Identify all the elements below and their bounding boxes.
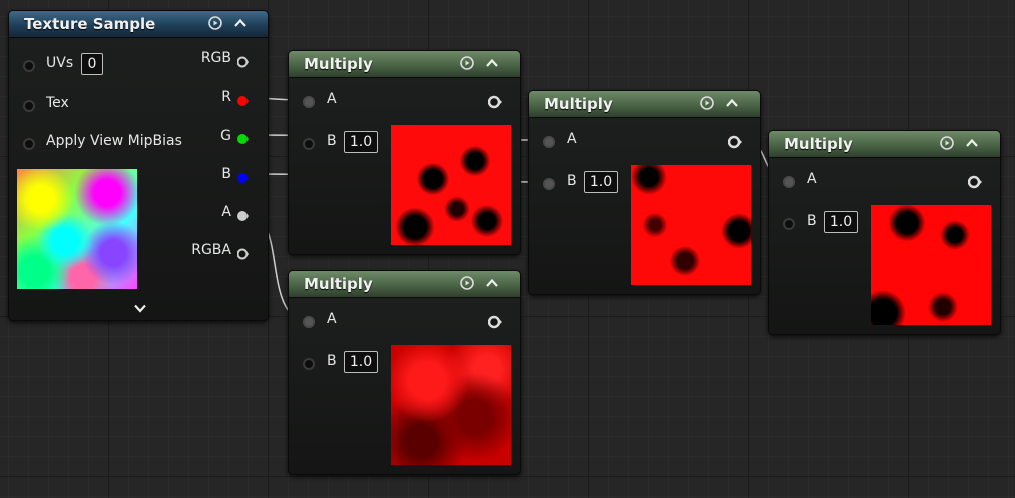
result-output-pin[interactable] [487, 94, 502, 109]
a-label: A [807, 171, 817, 187]
multiply-header[interactable]: Multiply [529, 91, 760, 118]
result-output-pin[interactable] [487, 314, 502, 329]
result-preview [631, 165, 751, 285]
texture-sample-body: UVs 0 Tex Apply View MipBias RGB R G B A… [9, 38, 268, 320]
r-output-pin[interactable] [237, 92, 249, 106]
result-output-pin[interactable] [727, 134, 742, 149]
b-value-field[interactable]: 1.0 [344, 351, 378, 373]
play-circle-icon[interactable] [460, 56, 474, 70]
chevron-up-icon[interactable] [485, 56, 499, 70]
a-input-pin[interactable] [303, 96, 315, 108]
output-label-r: R [221, 89, 231, 105]
multiply-body: A B 1.0 [529, 118, 760, 294]
chevron-down-icon[interactable] [133, 300, 147, 319]
multiply-header[interactable]: Multiply [769, 131, 1000, 158]
b-input-pin[interactable] [303, 358, 315, 370]
tex-input-pin[interactable] [23, 100, 35, 112]
result-preview [391, 125, 511, 245]
a-output-pin[interactable] [237, 207, 249, 221]
output-label-rgb: RGB [200, 50, 231, 66]
b-input-pin[interactable] [303, 138, 315, 150]
a-label: A [327, 91, 337, 107]
output-label-a: A [221, 204, 231, 220]
a-label: A [567, 131, 577, 147]
play-circle-icon[interactable] [460, 276, 474, 290]
uvs-input-pin[interactable] [23, 60, 35, 72]
node-title: Multiply [784, 135, 853, 153]
node-title: Multiply [544, 95, 613, 113]
multiply-body: A B 1.0 [289, 78, 520, 254]
uvs-value-field[interactable]: 0 [81, 53, 103, 75]
mipbias-input-pin[interactable] [23, 138, 35, 150]
texture-preview [17, 169, 137, 289]
multiply-header[interactable]: Multiply [289, 51, 520, 78]
b-value-field[interactable]: 1.0 [344, 131, 378, 153]
texture-sample-header[interactable]: Texture Sample [9, 11, 268, 38]
play-circle-icon[interactable] [940, 136, 954, 150]
rgba-output-pin[interactable] [236, 245, 249, 260]
b-label: B [567, 173, 577, 189]
a-input-pin[interactable] [543, 136, 555, 148]
result-output-pin[interactable] [967, 174, 982, 189]
chevron-up-icon[interactable] [725, 96, 739, 110]
multiply-node-4[interactable]: Multiply A B 1.0 [288, 270, 521, 475]
a-input-pin[interactable] [303, 316, 315, 328]
multiply-body: A B 1.0 [289, 298, 520, 474]
play-circle-icon[interactable] [700, 96, 714, 110]
node-title: Texture Sample [24, 15, 156, 33]
a-input-pin[interactable] [783, 176, 795, 188]
rgb-output-pin[interactable] [236, 53, 249, 68]
b-output-pin[interactable] [237, 169, 249, 183]
texture-sample-node[interactable]: Texture Sample UVs 0 Tex Apply View MipB… [8, 10, 269, 321]
b-value-field[interactable]: 1.0 [584, 171, 618, 193]
play-circle-icon[interactable] [208, 16, 222, 30]
chevron-up-icon[interactable] [233, 16, 247, 30]
node-title: Multiply [304, 275, 373, 293]
output-label-b: B [221, 166, 231, 182]
multiply-header[interactable]: Multiply [289, 271, 520, 298]
node-title: Multiply [304, 55, 373, 73]
b-label: B [327, 353, 337, 369]
result-preview [871, 205, 991, 325]
b-input-pin[interactable] [543, 178, 555, 190]
b-label: B [807, 213, 817, 229]
mipbias-label: Apply View MipBias [46, 133, 182, 149]
output-label-g: G [220, 128, 231, 144]
chevron-up-icon[interactable] [965, 136, 979, 150]
result-preview [391, 345, 511, 465]
multiply-body: A B 1.0 [769, 158, 1000, 334]
b-value-field[interactable]: 1.0 [824, 211, 858, 233]
uvs-label: UVs [46, 55, 74, 71]
b-label: B [327, 133, 337, 149]
output-label-rgba: RGBA [191, 242, 231, 258]
multiply-node-1[interactable]: Multiply A B 1.0 [288, 50, 521, 255]
a-label: A [327, 311, 337, 327]
multiply-node-2[interactable]: Multiply A B 1.0 [528, 90, 761, 295]
b-input-pin[interactable] [783, 218, 795, 230]
tex-label: Tex [46, 95, 69, 111]
multiply-node-3[interactable]: Multiply A B 1.0 [768, 130, 1001, 335]
chevron-up-icon[interactable] [485, 276, 499, 290]
g-output-pin[interactable] [237, 130, 249, 144]
